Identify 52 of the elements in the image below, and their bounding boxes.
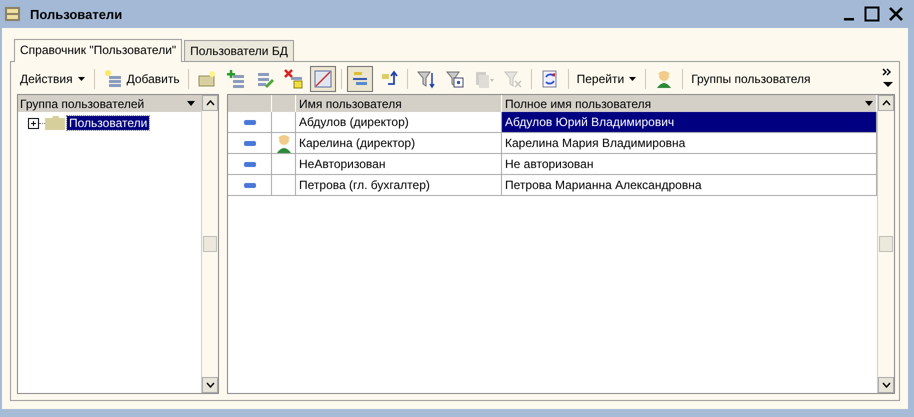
scrollbar[interactable]: [201, 95, 218, 393]
new-folder-icon: [196, 69, 217, 89]
filter-icon: [416, 69, 436, 89]
table-cell[interactable]: Карелина Мария Владимировна: [502, 133, 877, 154]
copy-caret-icon: [474, 69, 494, 89]
caret-icon: [628, 76, 638, 82]
scroll-up-icon[interactable]: [206, 100, 214, 106]
person-icon: [276, 133, 292, 153]
scrollbar[interactable]: [877, 95, 894, 393]
cabinet-icon: [4, 6, 22, 22]
scroll-thumb[interactable]: [203, 236, 217, 252]
slash-form-icon: [312, 69, 333, 89]
table-cell[interactable]: Абдулов Юрий Владимирович: [502, 112, 877, 133]
add-list-icon: [102, 69, 123, 89]
close-icon[interactable]: [888, 6, 904, 22]
toolbar-button[interactable]: [310, 66, 336, 92]
table-cell: Абдулов (директор): [296, 112, 502, 133]
table-cell: НеАвторизован: [296, 154, 502, 175]
caret-icon: [187, 101, 195, 106]
maximize-icon[interactable]: [864, 6, 880, 22]
column-header[interactable]: Имя пользователя: [296, 95, 502, 112]
window-title: Пользователи: [30, 6, 122, 22]
add-button[interactable]: Добавить: [100, 67, 183, 91]
scroll-thumb[interactable]: [879, 236, 893, 252]
menu-button[interactable]: Действия: [17, 70, 89, 88]
menu-button[interactable]: Перейти: [574, 70, 640, 88]
scroll-up-icon[interactable]: [882, 100, 890, 106]
plus-list-icon: [226, 69, 246, 89]
table-cell: Петрова (гл. бухгалтер): [296, 175, 502, 196]
filter-window-icon: [444, 69, 465, 89]
delete-list-icon: [284, 69, 304, 89]
column-header[interactable]: Группа пользователей: [18, 95, 201, 112]
item-icon: [244, 120, 256, 124]
column-header[interactable]: Полное имя пользователя: [502, 95, 877, 112]
toolbar-button[interactable]: Группы пользователя: [688, 70, 814, 88]
table-cell[interactable]: Петрова Марианна Александровна: [502, 175, 877, 196]
item-icon: [244, 162, 256, 166]
tree-item[interactable]: Пользователи: [67, 116, 150, 130]
caret-icon: [865, 101, 873, 106]
toolbar-button[interactable]: [346, 66, 373, 92]
scroll-down-icon[interactable]: [206, 382, 214, 388]
expand-icon[interactable]: [28, 118, 39, 128]
table-cell: Карелина (директор): [296, 133, 502, 154]
tab[interactable]: Пользователи БД: [184, 40, 294, 61]
filter-clear-icon: [502, 69, 523, 89]
tab[interactable]: Справочник "Пользователи": [14, 39, 182, 62]
item-icon: [244, 182, 256, 188]
caret-icon: [76, 76, 86, 82]
folder-icon: [45, 116, 65, 130]
item-icon: [244, 140, 256, 146]
scroll-down-icon[interactable]: [882, 382, 890, 388]
table-cell[interactable]: Не авторизован: [502, 154, 877, 175]
